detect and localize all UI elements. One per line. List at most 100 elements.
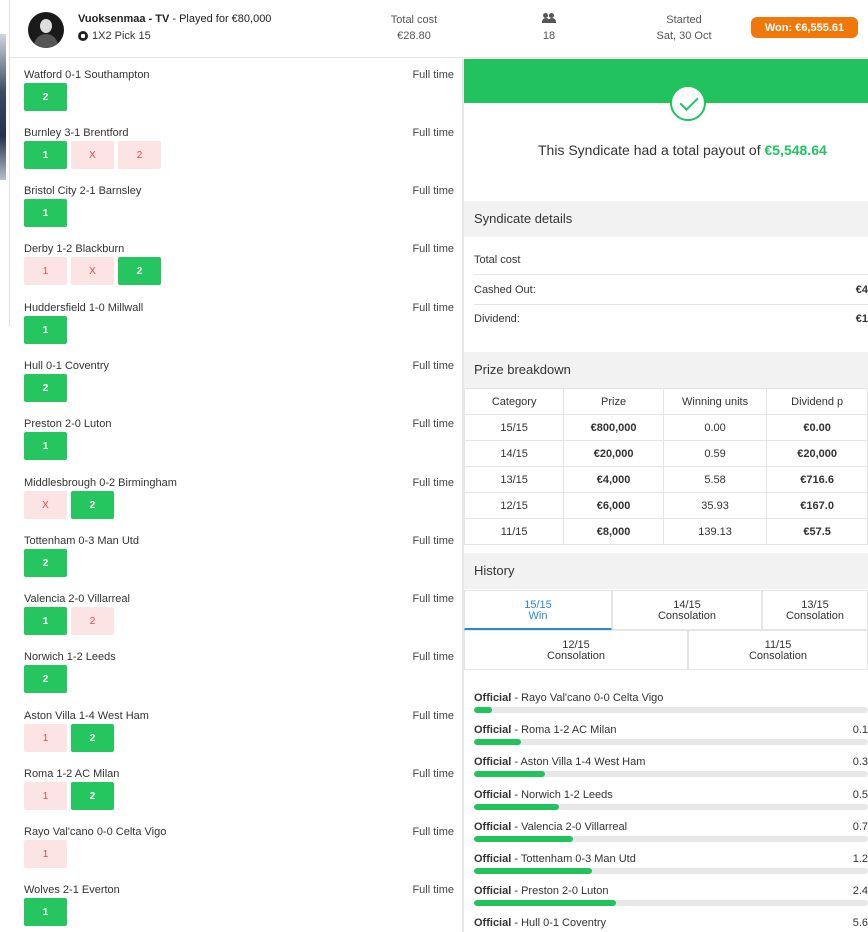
prize-cell: 13/15 (464, 466, 565, 493)
history-tab-15-15[interactable]: 15/15 Win (464, 590, 612, 630)
prize-cell: €800,000 (563, 414, 664, 441)
match-row: Huddersfield 1-0 Millwall Full time 1 (10, 292, 462, 350)
player-name[interactable]: Vuoksenmaa - TV (78, 13, 169, 25)
pick-lose[interactable]: 1 (24, 782, 67, 810)
pick-win[interactable]: 2 (71, 491, 114, 519)
pick-lose[interactable]: 2 (118, 141, 161, 169)
pick-win[interactable]: 1 (24, 607, 67, 635)
pick-win[interactable]: 2 (24, 549, 67, 577)
pick-lose[interactable]: 1 (24, 724, 67, 752)
match-picks: 1 (24, 898, 67, 926)
progress-fill (474, 803, 559, 810)
match-status: Full time (412, 535, 454, 547)
game-info: 1X2 Pick 15 (78, 30, 151, 42)
page: Vuoksenmaa - TV - Played for €80,000 1X2… (0, 0, 868, 932)
match-teams: Roma 1-2 AC Milan (24, 768, 120, 780)
match-status: Full time (412, 360, 454, 372)
prize-cell: €167.0 (766, 492, 868, 519)
pick-win[interactable]: 1 (24, 432, 67, 460)
history-row: Official - Hull 0-1 Coventry 5.6 (474, 917, 868, 932)
match-teams: Huddersfield 1-0 Millwall (24, 302, 144, 314)
syndicate-row: Total cost (474, 245, 868, 275)
pick-win[interactable]: 1 (24, 898, 67, 926)
match-row: Norwich 1-2 Leeds Full time 2 (10, 641, 462, 699)
prize-cell: €8,000 (563, 518, 664, 545)
history-heading: History (464, 553, 868, 589)
history-value: 0.5 (852, 788, 868, 801)
match-row: Middlesbrough 0-2 Birmingham Full time X 2 (10, 467, 462, 525)
history-match: Official - Norwich 1-2 Leeds (474, 789, 613, 801)
participants-count: 18 (542, 30, 556, 42)
match-row: Tottenham 0-3 Man Utd Full time 2 (10, 525, 462, 583)
pick-lose[interactable]: 2 (71, 607, 114, 635)
match-row: Watford 0-1 Southampton Full time 2 (10, 59, 462, 117)
played-for: - Played for €80,000 (172, 13, 272, 25)
pick-win[interactable]: 2 (24, 374, 67, 402)
football-icon (78, 31, 88, 41)
match-teams: Middlesbrough 0-2 Birmingham (24, 477, 177, 489)
started-col: Started Sat, 30 Oct (650, 12, 718, 44)
details-panel: This Syndicate had a total payout of €5,… (464, 59, 868, 932)
prize-row: 15/15 €800,000 0.00 €0.00 (464, 414, 868, 441)
match-teams: Valencia 2-0 Villarreal (24, 593, 130, 605)
tab-result: Consolation (657, 610, 717, 622)
match-status: Full time (412, 651, 454, 663)
progress-track (474, 900, 868, 907)
match-status: Full time (412, 243, 454, 255)
official-label: Official (474, 820, 512, 833)
pick-lose[interactable]: 1 (24, 840, 67, 868)
prize-table: Category Prize Winning units Dividend p 15/1… (464, 388, 868, 545)
match-status: Full time (412, 593, 454, 605)
history-row: Official - Aston Villa 1-4 West Ham 0.3 (474, 756, 868, 788)
participants-col: 18 (534, 12, 564, 44)
pick-lose[interactable]: X (71, 141, 114, 169)
prize-row: 12/15 €6,000 35.93 €167.0 (464, 492, 868, 519)
match-row: Bristol City 2-1 Barnsley Full time 1 (10, 175, 462, 233)
progress-fill (474, 739, 522, 746)
match-picks: 2 (24, 374, 67, 402)
match-picks: 1 (24, 432, 67, 460)
pick-win[interactable]: 2 (118, 257, 161, 285)
match-status: Full time (412, 710, 454, 722)
match-picks: 2 (24, 549, 67, 577)
match-row: Derby 1-2 Blackburn Full time 1 X 2 (10, 233, 462, 291)
match-picks: 1 (24, 316, 67, 344)
match-status: Full time (412, 884, 454, 896)
pick-win[interactable]: 2 (24, 665, 67, 693)
match-status: Full time (412, 127, 454, 139)
pick-win[interactable]: 2 (71, 724, 114, 752)
history-match-name: - Roma 1-2 AC Milan (514, 724, 617, 737)
match-picks: 1X2 (24, 141, 161, 169)
official-label: Official (474, 692, 512, 704)
progress-track (474, 739, 868, 746)
match-picks: 12 (24, 607, 114, 635)
history-tab-13-15[interactable]: 13/15 Consolation (762, 590, 868, 630)
history-match-name: - Norwich 1-2 Leeds (514, 788, 613, 801)
match-row: Preston 2-0 Luton Full time 1 (10, 408, 462, 466)
history-tab-14-15[interactable]: 14/15 Consolation (612, 590, 762, 630)
match-teams: Watford 0-1 Southampton (24, 69, 150, 81)
match-row: Roma 1-2 AC Milan Full time 1 2 (10, 758, 462, 816)
history-match-name: - Hull 0-1 Coventry (514, 917, 607, 930)
pick-lose[interactable]: X (24, 491, 67, 519)
prize-cell: 139.13 (662, 518, 768, 545)
prize-breakdown-heading: Prize breakdown (464, 352, 868, 388)
pick-win[interactable]: 1 (24, 316, 67, 344)
progress-track (474, 707, 868, 713)
pick-win[interactable]: 2 (24, 83, 67, 111)
history-tab-11-15[interactable]: 11/15 Consolation (688, 630, 868, 670)
pick-lose[interactable]: 1 (24, 257, 67, 285)
syndicate-row: Cashed Out: €4 (474, 275, 868, 305)
match-row: Rayo Val'cano 0-0 Celta Vigo Full time 1 (10, 816, 462, 874)
history-tab-12-15[interactable]: 12/15 Consolation (464, 630, 688, 670)
background-image (0, 34, 6, 180)
match-row: Burnley 3-1 Brentford Full time 1 X 2 (10, 117, 462, 175)
pick-win[interactable]: 1 (24, 141, 67, 169)
pick-win[interactable]: 1 (24, 199, 67, 227)
official-label: Official (474, 788, 512, 801)
pick-win[interactable]: 2 (71, 782, 114, 810)
pick-lose[interactable]: X (71, 257, 114, 285)
avatar[interactable] (28, 12, 64, 48)
total-cost-value: €28.80 (397, 30, 431, 42)
official-label: Official (474, 853, 512, 865)
